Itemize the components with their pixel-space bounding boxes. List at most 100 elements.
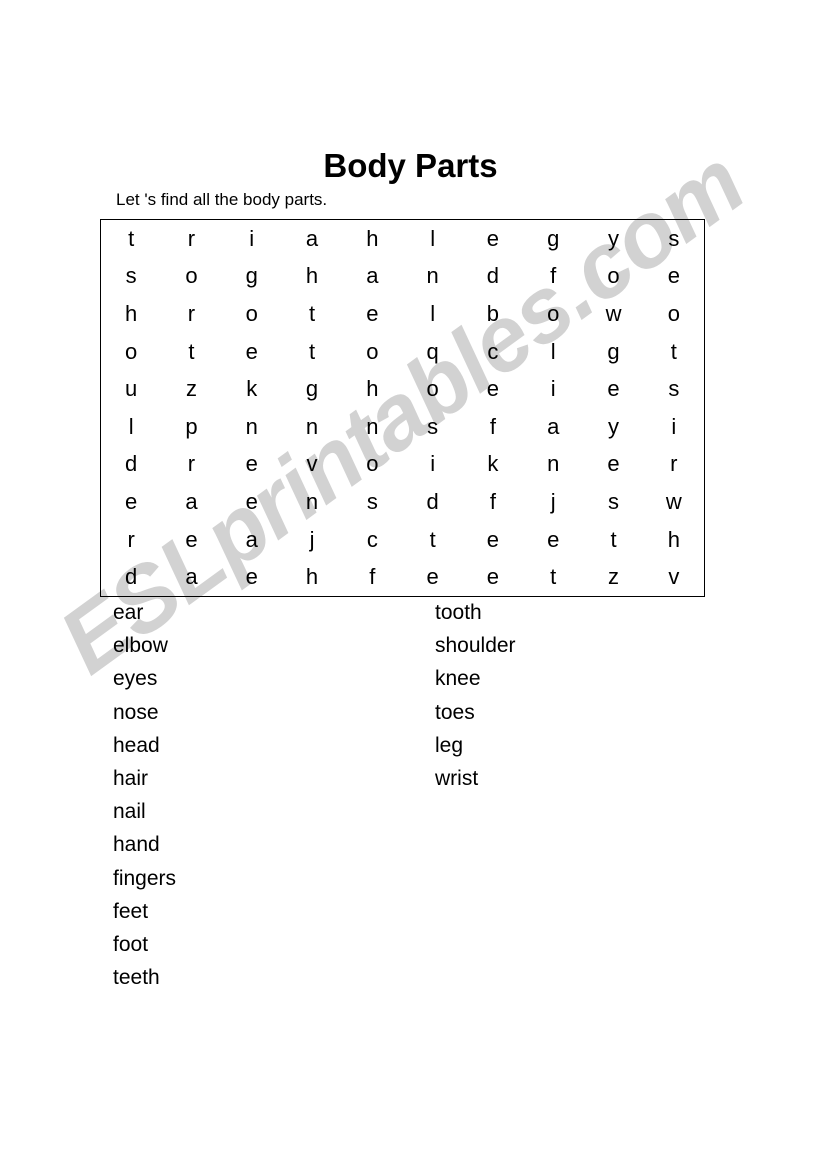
grid-cell[interactable]: h xyxy=(342,227,402,250)
grid-cell[interactable]: g xyxy=(282,378,342,400)
grid-cell[interactable]: t xyxy=(101,227,161,250)
grid-cell[interactable]: d xyxy=(402,490,462,513)
grid-cell[interactable]: e xyxy=(463,528,523,551)
grid-cell[interactable]: a xyxy=(523,415,583,438)
grid-cell[interactable]: n xyxy=(342,415,402,438)
grid-cell[interactable]: o xyxy=(583,265,643,287)
grid-cell[interactable]: n xyxy=(523,453,583,475)
grid-cell[interactable]: r xyxy=(161,453,221,475)
grid-cell[interactable]: s xyxy=(342,490,402,513)
grid-cell[interactable]: f xyxy=(342,566,402,588)
grid-cell[interactable]: n xyxy=(222,415,282,438)
grid-cell[interactable]: e xyxy=(463,227,523,250)
grid-cell[interactable]: o xyxy=(101,340,161,363)
grid-cell[interactable]: t xyxy=(282,302,342,325)
grid-cell[interactable]: k xyxy=(463,453,523,475)
grid-cell[interactable]: s xyxy=(644,378,704,400)
grid-cell[interactable]: i xyxy=(644,415,704,438)
grid-cell[interactable]: g xyxy=(583,340,643,363)
grid-cell[interactable]: l xyxy=(523,340,583,363)
grid-cell[interactable]: h xyxy=(342,378,402,400)
grid-cell[interactable]: g xyxy=(523,227,583,250)
grid-cell[interactable]: h xyxy=(101,302,161,325)
grid-cell[interactable]: w xyxy=(583,302,643,325)
grid-cell[interactable]: e xyxy=(222,490,282,513)
grid-cell[interactable]: w xyxy=(644,490,704,513)
grid-cell[interactable]: t xyxy=(161,340,221,363)
grid-cell[interactable]: o xyxy=(523,302,583,325)
grid-cell[interactable]: y xyxy=(583,227,643,250)
grid-cell[interactable]: e xyxy=(101,490,161,513)
grid-cell[interactable]: l xyxy=(402,227,462,250)
grid-cell[interactable]: z xyxy=(161,378,221,400)
grid-cell[interactable]: t xyxy=(402,528,462,551)
grid-cell[interactable]: i xyxy=(523,378,583,400)
grid-cell[interactable]: n xyxy=(402,265,462,287)
grid-cell[interactable]: i xyxy=(402,453,462,475)
grid-cell[interactable]: e xyxy=(222,566,282,588)
grid-cell[interactable]: h xyxy=(282,566,342,588)
grid-cell[interactable]: a xyxy=(342,265,402,287)
grid-cell[interactable]: a xyxy=(222,528,282,551)
grid-cell[interactable]: s xyxy=(583,490,643,513)
grid-cell[interactable]: g xyxy=(222,265,282,287)
grid-cell[interactable]: a xyxy=(282,227,342,250)
grid-cell[interactable]: l xyxy=(101,415,161,438)
grid-cell[interactable]: p xyxy=(161,415,221,438)
grid-cell[interactable]: o xyxy=(161,265,221,287)
grid-cell[interactable]: e xyxy=(342,302,402,325)
grid-cell[interactable]: t xyxy=(644,340,704,363)
grid-cell[interactable]: t xyxy=(282,340,342,363)
grid-cell[interactable]: e xyxy=(463,378,523,400)
grid-cell[interactable]: a xyxy=(161,490,221,513)
grid-cell[interactable]: n xyxy=(282,415,342,438)
grid-cell[interactable]: e xyxy=(161,528,221,551)
grid-cell[interactable]: s xyxy=(644,227,704,250)
grid-cell[interactable]: n xyxy=(282,490,342,513)
grid-cell[interactable]: e xyxy=(402,566,462,588)
grid-cell[interactable]: e xyxy=(583,378,643,400)
grid-cell[interactable]: l xyxy=(402,302,462,325)
grid-cell[interactable]: s xyxy=(101,265,161,287)
grid-cell[interactable]: h xyxy=(644,528,704,551)
grid-cell[interactable]: f xyxy=(463,490,523,513)
grid-cell[interactable]: j xyxy=(282,528,342,551)
grid-cell[interactable]: t xyxy=(523,566,583,588)
grid-cell[interactable]: d xyxy=(101,566,161,588)
grid-cell[interactable]: s xyxy=(402,415,462,438)
grid-cell[interactable]: f xyxy=(523,265,583,287)
grid-cell[interactable]: k xyxy=(222,378,282,400)
grid-cell[interactable]: f xyxy=(463,415,523,438)
grid-cell[interactable]: a xyxy=(161,566,221,588)
grid-cell[interactable]: r xyxy=(161,227,221,250)
grid-cell[interactable]: e xyxy=(222,453,282,475)
grid-cell[interactable]: r xyxy=(161,302,221,325)
grid-cell[interactable]: r xyxy=(644,453,704,475)
grid-cell[interactable]: v xyxy=(644,566,704,588)
grid-cell[interactable]: b xyxy=(463,302,523,325)
grid-cell[interactable]: r xyxy=(101,528,161,551)
grid-cell[interactable]: e xyxy=(583,453,643,475)
grid-cell[interactable]: d xyxy=(463,265,523,287)
grid-cell[interactable]: t xyxy=(583,528,643,551)
grid-cell[interactable]: d xyxy=(101,453,161,475)
grid-cell[interactable]: o xyxy=(402,378,462,400)
grid-cell[interactable]: e xyxy=(644,265,704,287)
grid-cell[interactable]: i xyxy=(222,227,282,250)
grid-cell[interactable]: c xyxy=(463,340,523,363)
word-search-grid[interactable]: triahlegyssoghandfoehrotelbowootetoqclgt… xyxy=(100,219,705,597)
grid-cell[interactable]: o xyxy=(342,340,402,363)
grid-cell[interactable]: e xyxy=(222,340,282,363)
grid-cell[interactable]: y xyxy=(583,415,643,438)
grid-cell[interactable]: c xyxy=(342,528,402,551)
grid-cell[interactable]: o xyxy=(222,302,282,325)
grid-cell[interactable]: q xyxy=(402,340,462,363)
grid-cell[interactable]: o xyxy=(342,453,402,475)
grid-cell[interactable]: v xyxy=(282,453,342,475)
grid-cell[interactable]: e xyxy=(463,566,523,588)
grid-cell[interactable]: z xyxy=(583,566,643,588)
grid-cell[interactable]: o xyxy=(644,302,704,325)
grid-cell[interactable]: h xyxy=(282,265,342,287)
grid-cell[interactable]: u xyxy=(101,378,161,400)
grid-cell[interactable]: j xyxy=(523,490,583,513)
